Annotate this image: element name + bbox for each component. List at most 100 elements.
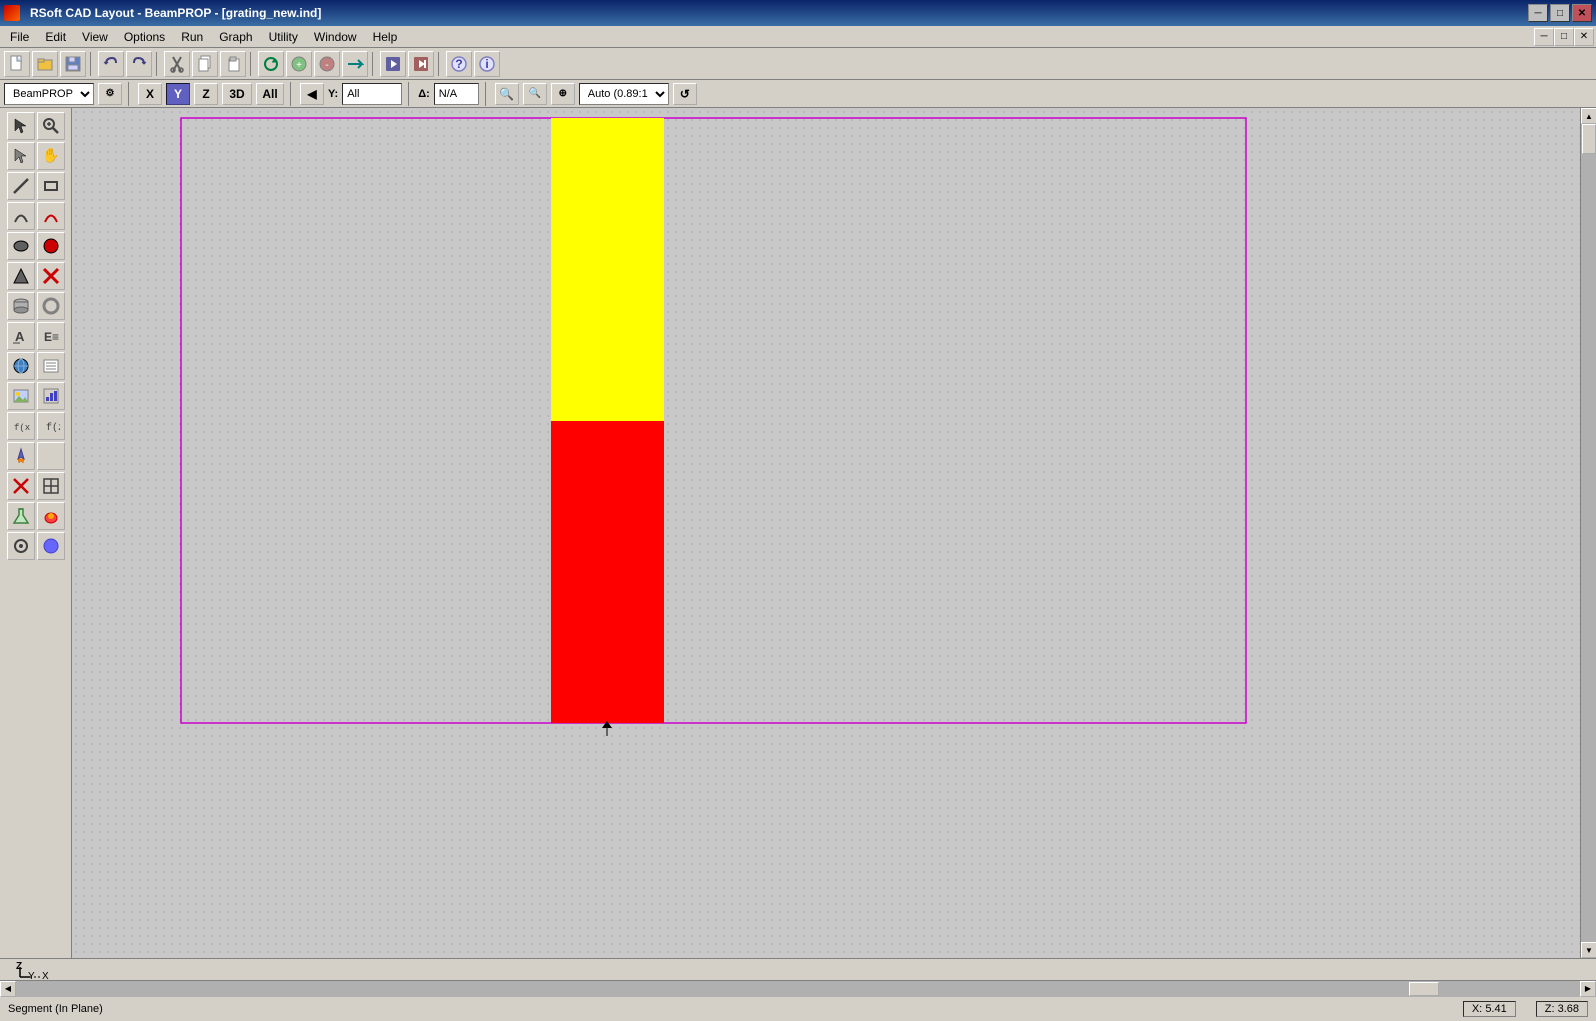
zoom-magnify-tool[interactable] [37, 112, 65, 140]
axis-x-button[interactable]: X [138, 83, 162, 105]
zoom-select[interactable]: Auto (0.89:1) Fit 1:1 2:1 [579, 83, 669, 105]
svg-text:X: X [42, 971, 49, 981]
menu-edit[interactable]: Edit [37, 26, 74, 48]
pointer-tool[interactable] [7, 142, 35, 170]
inner-minimize-button[interactable]: ─ [1534, 28, 1554, 46]
refresh-view-button[interactable]: ↺ [673, 83, 697, 105]
diag-line-tool[interactable] [7, 172, 35, 200]
main-drawing-svg[interactable] [72, 108, 1580, 958]
bars-tool[interactable] [37, 382, 65, 410]
list-view-tool[interactable] [37, 352, 65, 380]
rocket-tool[interactable] [7, 442, 35, 470]
minimize-button[interactable]: ─ [1528, 4, 1548, 22]
rect-tool[interactable] [37, 172, 65, 200]
image-view-tool[interactable] [7, 382, 35, 410]
dot-blue-tool[interactable] [37, 532, 65, 560]
help-button[interactable]: ? [446, 51, 472, 77]
canvas-area[interactable] [72, 108, 1580, 958]
toolbar-sep-2 [156, 52, 160, 76]
scroll-up-button[interactable]: ▲ [1581, 108, 1596, 124]
axis-y-button[interactable]: Y [166, 83, 190, 105]
tool-row-12 [7, 442, 65, 470]
y-value-input[interactable] [342, 83, 402, 105]
delta-input[interactable] [434, 83, 479, 105]
tool-row-1 [7, 112, 65, 140]
save-button[interactable] [60, 51, 86, 77]
title-bar-left: RSoft CAD Layout - BeamPROP - [grating_n… [4, 5, 321, 21]
ring2-tool[interactable] [7, 532, 35, 560]
cut-button[interactable] [164, 51, 190, 77]
menu-file[interactable]: File [2, 26, 37, 48]
menu-utility[interactable]: Utility [261, 26, 306, 48]
undo-button[interactable] [98, 51, 124, 77]
text2-tool[interactable]: E≡ [37, 322, 65, 350]
maximize-button[interactable]: □ [1550, 4, 1570, 22]
text1-tool[interactable]: A [7, 322, 35, 350]
scroll-thumb[interactable] [1582, 124, 1596, 154]
horizontal-scrollbar[interactable]: ◀ ▶ [0, 980, 1596, 996]
select-arrow-tool[interactable] [7, 112, 35, 140]
nav-prev-button[interactable]: ◀ [300, 83, 324, 105]
simulate2-button[interactable] [408, 51, 434, 77]
menu-window[interactable]: Window [306, 26, 365, 48]
x-shape-tool[interactable] [37, 262, 65, 290]
mode-config-button[interactable]: ⚙ [98, 83, 122, 105]
tool-row-14 [7, 502, 65, 530]
grid-remove-button[interactable]: - [314, 51, 340, 77]
sq-cross-tool[interactable] [37, 472, 65, 500]
circle-tool[interactable] [37, 232, 65, 260]
menu-view[interactable]: View [74, 26, 116, 48]
vertical-scrollbar[interactable]: ▲ ▼ [1580, 108, 1596, 958]
oval-tool[interactable] [7, 232, 35, 260]
title-bar-controls[interactable]: ─ □ ✕ [1528, 4, 1592, 22]
status-coordinates: X: 5.41 Z: 3.68 [1463, 1001, 1588, 1017]
main-toolbar: + - ? i [0, 48, 1596, 80]
fire-tool[interactable] [37, 502, 65, 530]
func1-tool[interactable]: f(x,z) [7, 412, 35, 440]
pan-tool[interactable]: ✋ [37, 142, 65, 170]
arrow-button[interactable] [342, 51, 368, 77]
xmark-tool[interactable] [7, 472, 35, 500]
axis-all-button[interactable]: All [256, 83, 284, 105]
zoom-in-button[interactable]: 🔍 [495, 83, 519, 105]
copy-button[interactable] [192, 51, 218, 77]
new-button[interactable] [4, 51, 30, 77]
ring-tool[interactable] [37, 292, 65, 320]
redo-button[interactable] [126, 51, 152, 77]
menu-graph[interactable]: Graph [211, 26, 260, 48]
help2-button[interactable]: i [474, 51, 500, 77]
scroll-down-button[interactable]: ▼ [1581, 942, 1596, 958]
simulate-button[interactable] [380, 51, 406, 77]
menu-run[interactable]: Run [173, 26, 211, 48]
scroll-right-button[interactable]: ▶ [1580, 981, 1596, 997]
zoom-fit-button[interactable]: ⊕ [551, 83, 575, 105]
menu-help[interactable]: Help [365, 26, 406, 48]
toolbar-sep-1 [90, 52, 94, 76]
h-scroll-thumb[interactable] [1409, 982, 1439, 996]
inner-maximize-button[interactable]: □ [1554, 28, 1574, 46]
grid-add-button[interactable]: + [286, 51, 312, 77]
coord-z-value: 3.68 [1558, 1003, 1579, 1015]
open-button[interactable] [32, 51, 58, 77]
inner-close-button[interactable]: ✕ [1574, 28, 1594, 46]
close-button[interactable]: ✕ [1572, 4, 1592, 22]
axis-z-button[interactable]: Z [194, 83, 218, 105]
refresh-button[interactable] [258, 51, 284, 77]
cylinder-tool[interactable] [7, 292, 35, 320]
h-scroll-track[interactable] [16, 981, 1580, 997]
scroll-track[interactable] [1581, 124, 1596, 942]
flask-tool[interactable] [7, 502, 35, 530]
blank-tool[interactable] [37, 442, 65, 470]
triangle-tool[interactable] [7, 262, 35, 290]
scroll-left-button[interactable]: ◀ [0, 981, 16, 997]
menu-options[interactable]: Options [116, 26, 173, 48]
arc1-tool[interactable] [7, 202, 35, 230]
axis-3d-button[interactable]: 3D [222, 83, 252, 105]
toolbar2-sep-4 [485, 82, 489, 106]
func2-tool[interactable]: f(z) [37, 412, 65, 440]
arc2-tool[interactable] [37, 202, 65, 230]
paste-button[interactable] [220, 51, 246, 77]
zoom-out-button[interactable]: 🔍 [523, 83, 547, 105]
world-tool[interactable] [7, 352, 35, 380]
mode-select[interactable]: BeamPROP [4, 83, 94, 105]
